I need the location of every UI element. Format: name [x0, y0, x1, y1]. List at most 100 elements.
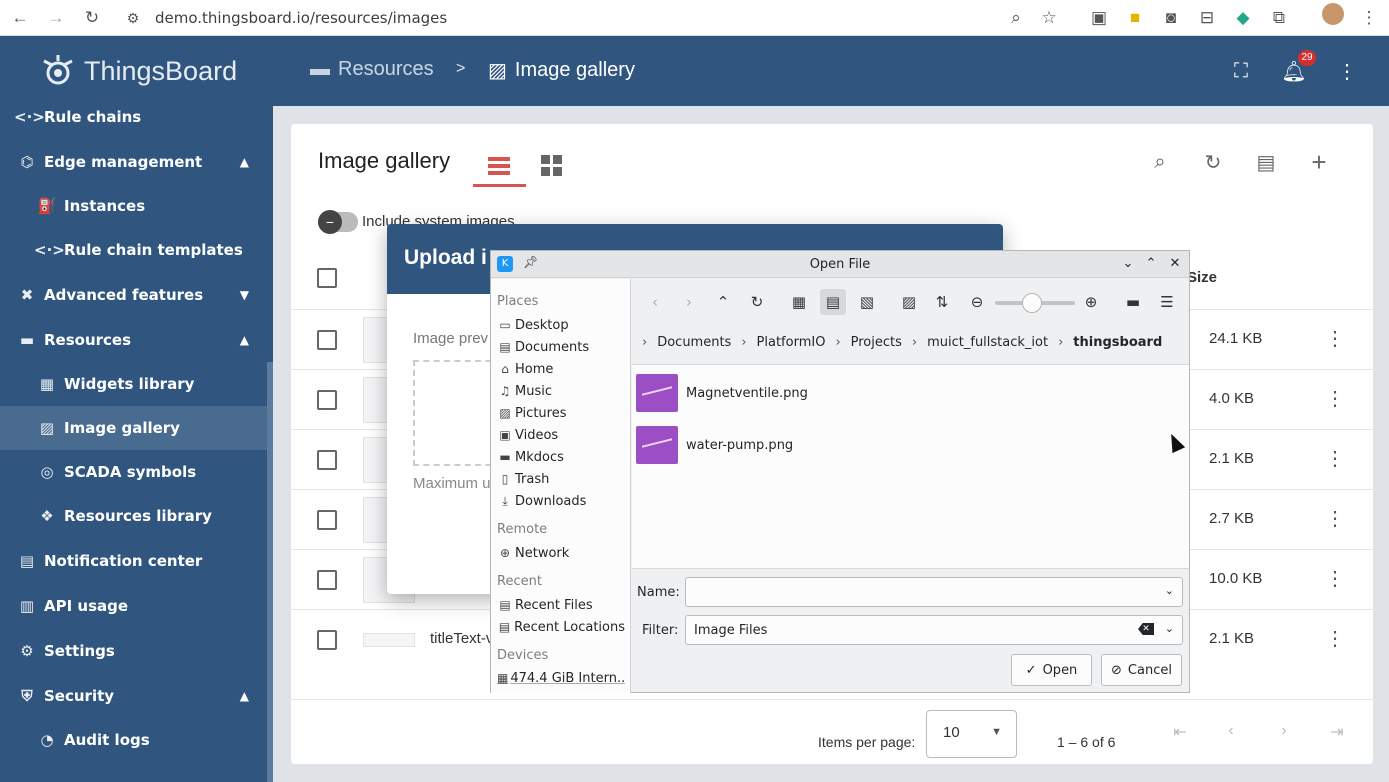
sidebar-item-security[interactable]: ⛨ Security ▲: [0, 674, 267, 718]
chevron-down-icon[interactable]: ⌄: [1165, 584, 1174, 597]
column-header-size[interactable]: Size: [1187, 269, 1217, 286]
place-music[interactable]: ♫ Music: [497, 380, 625, 402]
file-name-input[interactable]: ⌄: [685, 577, 1183, 607]
list-view-tab[interactable]: [473, 146, 525, 186]
prev-page-icon[interactable]: ‹: [1219, 722, 1243, 746]
row-menu-icon[interactable]: ⋮: [1325, 566, 1345, 591]
place-documents[interactable]: ▤ Documents: [497, 336, 625, 358]
breadcrumb-documents[interactable]: Documents: [657, 335, 731, 350]
last-page-icon[interactable]: ⇥: [1325, 722, 1349, 746]
breadcrumb-muict[interactable]: muict_fullstack_iot: [927, 335, 1048, 350]
extension-icon[interactable]: ◆: [1229, 4, 1257, 32]
breadcrumb-chevron-icon[interactable]: ›: [642, 335, 647, 350]
row-menu-icon[interactable]: ⋮: [1325, 446, 1345, 471]
import-icon[interactable]: ▤: [1252, 148, 1280, 176]
breadcrumb-chevron-icon[interactable]: ›: [912, 335, 917, 350]
icons-view-icon[interactable]: ▦: [786, 289, 812, 315]
place-recent-locations[interactable]: ▤ Recent Locations: [497, 616, 625, 638]
extension-icon[interactable]: ▣: [1085, 4, 1113, 32]
sidebar-item-advanced-features[interactable]: ✖ Advanced features ▼: [0, 273, 267, 317]
sidebar-item-api-usage[interactable]: ▥ API usage: [0, 584, 267, 628]
sidebar-item-image-gallery[interactable]: ▨ Image gallery: [0, 406, 267, 450]
place-network[interactable]: ⊕ Network: [497, 542, 625, 564]
row-menu-icon[interactable]: ⋮: [1325, 506, 1345, 531]
sidebar-item-notification-center[interactable]: ▤ Notification center: [0, 539, 267, 583]
tree-view-icon[interactable]: ▧: [854, 289, 880, 315]
forward-icon[interactable]: →: [42, 4, 70, 32]
cancel-button[interactable]: ⊘ Cancel: [1101, 654, 1182, 686]
grid-view-tab[interactable]: [526, 146, 578, 186]
refresh-icon[interactable]: ↻: [1199, 148, 1227, 176]
breadcrumb-chevron-icon[interactable]: ›: [741, 335, 746, 350]
place-pictures[interactable]: ▨ Pictures: [497, 402, 625, 424]
add-icon[interactable]: +: [1305, 147, 1333, 177]
place-internal-drive[interactable]: ▦ 474.4 GiB Intern...: [497, 667, 625, 689]
place-downloads[interactable]: ⤓ Downloads: [497, 490, 625, 512]
chevron-down-icon[interactable]: ⌄: [1165, 622, 1174, 635]
select-all-checkbox[interactable]: [317, 268, 337, 288]
zoom-slider-handle[interactable]: [1022, 293, 1042, 313]
open-button[interactable]: ✓ Open: [1011, 654, 1092, 686]
parent-folder-icon[interactable]: ⌃: [710, 289, 736, 315]
breadcrumb-thingsboard[interactable]: thingsboard: [1073, 335, 1162, 350]
sidebar-item-edge-management[interactable]: ⌬ Edge management ▲: [0, 140, 267, 184]
sidebar-item-instances[interactable]: ⛽ Instances: [0, 184, 267, 228]
sidebar-item-rule-chain-templates[interactable]: <·> Rule chain templates: [0, 228, 267, 272]
reload-icon[interactable]: ↻: [744, 289, 770, 315]
site-info-icon[interactable]: ⚙: [119, 4, 147, 32]
clear-icon[interactable]: ✕: [1138, 623, 1154, 635]
breadcrumb-platformio[interactable]: PlatformIO: [757, 335, 826, 350]
row-menu-icon[interactable]: ⋮: [1325, 386, 1345, 411]
puzzle-icon[interactable]: ⧉: [1265, 4, 1293, 32]
breadcrumb-chevron-icon[interactable]: ›: [1058, 335, 1063, 350]
compact-view-icon[interactable]: ▤: [820, 289, 846, 315]
filter-select[interactable]: Image Files ✕ ⌄: [685, 615, 1183, 645]
sidebar-item-settings[interactable]: ⚙ Settings: [0, 629, 267, 673]
avatar[interactable]: [1322, 3, 1344, 25]
row-checkbox[interactable]: [317, 570, 337, 590]
first-page-icon[interactable]: ⇤: [1168, 722, 1192, 746]
zoom-in-icon[interactable]: ⊕: [1078, 289, 1104, 315]
items-per-page-select[interactable]: 10 ▼: [926, 710, 1017, 758]
place-home[interactable]: ⌂ Home: [497, 358, 625, 380]
row-checkbox[interactable]: [317, 390, 337, 410]
minimize-icon[interactable]: ⌄: [1119, 255, 1137, 273]
breadcrumb-projects[interactable]: Projects: [851, 335, 902, 350]
extension-badge-icon[interactable]: ■: [1121, 4, 1149, 32]
address-bar[interactable]: demo.thingsboard.io/resources/images: [155, 4, 447, 32]
browser-menu-icon[interactable]: ⋮: [1355, 4, 1383, 32]
fullscreen-icon[interactable]: ⛶: [1228, 58, 1254, 84]
bookmark-star-icon[interactable]: ☆: [1035, 4, 1063, 32]
sidebar-item-rule-chains[interactable]: <·> Rule chains: [0, 95, 267, 139]
sidebar-item-audit-logs[interactable]: ◔ Audit logs: [0, 718, 267, 762]
preview-icon[interactable]: ▨: [896, 289, 922, 315]
place-mkdocs[interactable]: ▬ Mkdocs: [497, 446, 625, 468]
sidebar-item-resources[interactable]: ▬ Resources ▲: [0, 318, 267, 362]
system-images-toggle[interactable]: −: [318, 210, 358, 234]
back-icon[interactable]: ‹: [642, 289, 668, 315]
file-item[interactable]: Magnetventile.png: [636, 373, 1036, 413]
forward-icon[interactable]: ›: [676, 289, 702, 315]
zoom-icon[interactable]: ⌕: [1002, 4, 1030, 32]
search-icon[interactable]: ⌕: [1146, 148, 1174, 176]
row-menu-icon[interactable]: ⋮: [1325, 626, 1345, 651]
place-recent-files[interactable]: ▤ Recent Files: [497, 594, 625, 616]
row-checkbox[interactable]: [317, 450, 337, 470]
row-checkbox[interactable]: [317, 510, 337, 530]
camera-icon[interactable]: ◙: [1157, 4, 1185, 32]
close-icon[interactable]: ✕: [1166, 255, 1184, 273]
extension-icon[interactable]: ⊟: [1193, 4, 1221, 32]
sidebar-item-widgets-library[interactable]: ▦ Widgets library: [0, 362, 267, 406]
maximize-icon[interactable]: ⌃: [1142, 255, 1160, 273]
sort-icon[interactable]: ⇅: [929, 289, 955, 315]
next-page-icon[interactable]: ›: [1272, 722, 1296, 746]
breadcrumb-resources[interactable]: Resources: [338, 58, 434, 81]
file-item[interactable]: water-pump.png: [636, 425, 1036, 465]
zoom-out-icon[interactable]: ⊖: [964, 289, 990, 315]
reload-icon[interactable]: ↻: [78, 4, 106, 32]
options-icon[interactable]: ☰: [1154, 289, 1180, 315]
place-videos[interactable]: ▣ Videos: [497, 424, 625, 446]
row-checkbox[interactable]: [317, 630, 337, 650]
sidebar-item-resources-library[interactable]: ❖ Resources library: [0, 494, 267, 538]
breadcrumb-chevron-icon[interactable]: ›: [835, 335, 840, 350]
